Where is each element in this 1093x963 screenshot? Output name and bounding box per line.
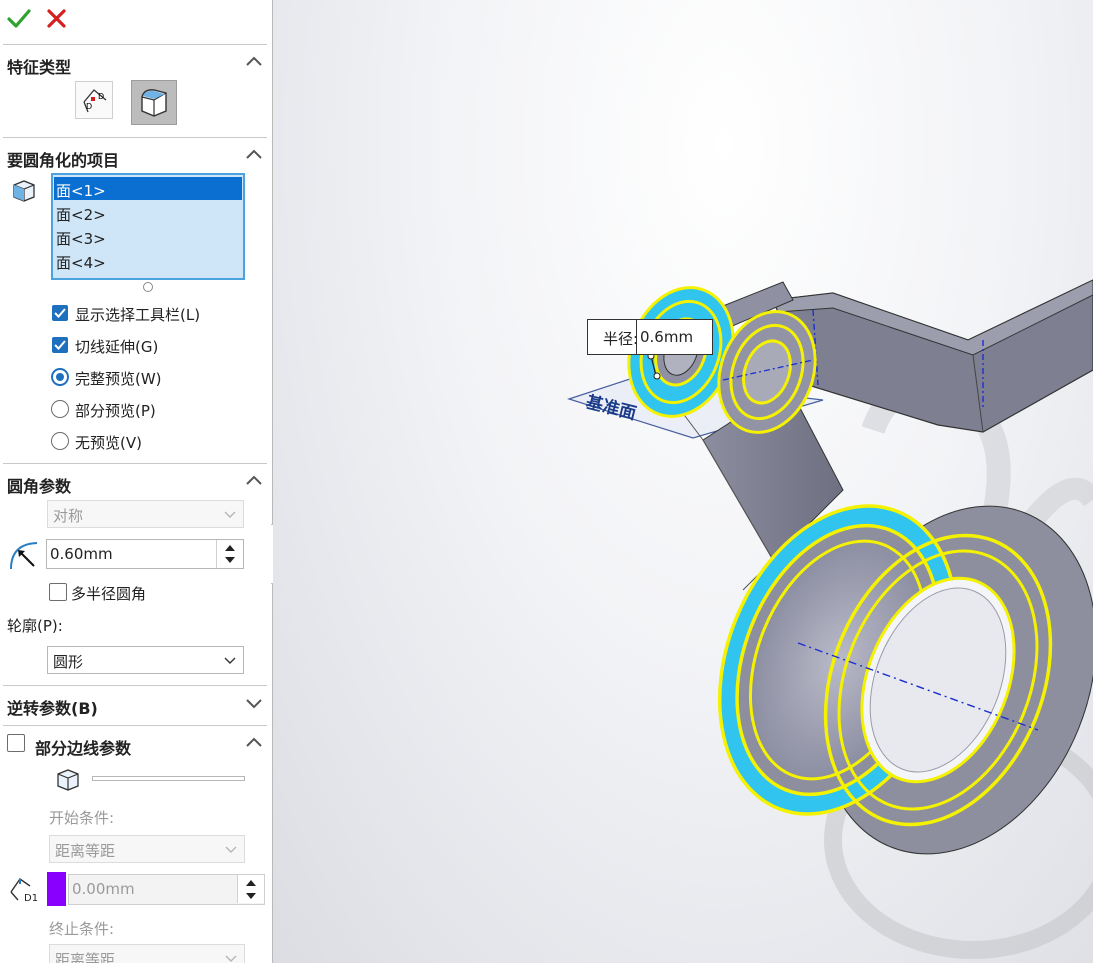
distance-d1-icon: D1: [10, 878, 38, 904]
partial-edge-checkbox[interactable]: [7, 734, 25, 752]
show-selection-toolbar-checkbox[interactable]: [52, 305, 68, 321]
no-preview-radio[interactable]: [51, 432, 69, 450]
multi-radius-checkbox[interactable]: [49, 583, 67, 601]
radius-value: 0.60mm: [50, 545, 113, 563]
separator: [3, 725, 267, 726]
svg-text:D1: D1: [24, 893, 38, 904]
multi-radius-label: 多半径圆角: [71, 585, 147, 603]
spin-up-icon[interactable]: [245, 878, 257, 887]
spin-up-icon[interactable]: [224, 543, 236, 552]
partial-preview-label: 部分预览(P): [75, 402, 156, 420]
check-icon: [54, 308, 66, 318]
chevron-down-icon[interactable]: [244, 693, 264, 713]
ok-button[interactable]: [6, 6, 32, 32]
constant-fillet-icon: D D: [83, 89, 107, 113]
manual-fillet-type-button[interactable]: D D: [75, 81, 113, 119]
listbox-resize-handle[interactable]: [143, 282, 153, 292]
list-item[interactable]: 面<1>: [54, 177, 242, 200]
no-preview-label: 无预览(V): [75, 434, 142, 452]
chevron-up-icon[interactable]: [244, 733, 264, 753]
spin-down-icon[interactable]: [224, 556, 236, 565]
separator: [3, 463, 267, 464]
chevron-down-icon: [225, 955, 237, 962]
separator: [3, 44, 267, 45]
separator: [3, 685, 267, 686]
x-icon: [47, 9, 66, 28]
radius-callout-label: 半径:: [603, 330, 639, 348]
tangent-propagation-checkbox[interactable]: [52, 337, 68, 353]
chevron-down-icon: [225, 846, 237, 853]
fillet-xpert-type-button[interactable]: [131, 80, 177, 125]
start-condition-value: 距离等距: [55, 842, 116, 860]
end-condition-label: 终止条件:: [49, 920, 115, 938]
fillet-property-panel: 特征类型 D D 要圆角化的项目 面<1> 面<2> 面<3> 面<4> 显示选…: [0, 0, 273, 963]
chevron-down-icon: [224, 657, 236, 664]
tangent-propagation-label: 切线延伸(G): [75, 338, 159, 356]
face-selection-icon: [13, 180, 35, 202]
fillet-parameters-title: 圆角参数: [7, 477, 72, 496]
cancel-button[interactable]: [44, 6, 70, 32]
fillet-method-value: 对称: [53, 507, 84, 525]
chevron-up-icon[interactable]: [244, 471, 264, 491]
distance-value: 0.00mm: [72, 880, 135, 898]
chevron-up-icon[interactable]: [244, 52, 264, 72]
fillet-method-select[interactable]: 对称: [47, 500, 244, 528]
radius-callout-value[interactable]: 0.6mm: [640, 328, 693, 346]
spin-down-icon[interactable]: [245, 892, 257, 901]
start-condition-select[interactable]: 距离等距: [49, 835, 245, 863]
fillet-cube-icon: [141, 89, 167, 117]
distance-spinner[interactable]: [237, 875, 264, 903]
full-preview-radio[interactable]: [51, 368, 69, 386]
partial-edge-header[interactable]: 部分边线参数: [0, 729, 272, 759]
full-preview-label: 完整预览(W): [75, 370, 162, 388]
profile-value: 圆形: [53, 653, 84, 671]
items-to-fillet-title: 要圆角化的项目: [7, 151, 120, 170]
list-item[interactable]: 面<4>: [54, 249, 242, 272]
radius-icon: [10, 542, 38, 570]
setback-parameters-title: 逆转参数(B): [7, 699, 98, 718]
radius-callout-divider: [636, 320, 637, 354]
svg-text:D: D: [98, 92, 104, 101]
svg-text:D: D: [86, 102, 92, 111]
part-model-view[interactable]: 基准面: [273, 0, 1093, 963]
edge-selection-field[interactable]: [92, 776, 245, 781]
setback-parameters-header[interactable]: 逆转参数(B): [0, 689, 272, 719]
distance-color-swatch[interactable]: [47, 872, 66, 906]
separator: [3, 137, 267, 138]
start-condition-label: 开始条件:: [49, 809, 115, 827]
list-item[interactable]: 面<2>: [54, 201, 242, 224]
partial-preview-radio[interactable]: [51, 400, 69, 418]
chevron-up-icon[interactable]: [244, 145, 264, 165]
edge-selection-icon: [57, 769, 79, 791]
show-selection-toolbar-label: 显示选择工具栏(L): [75, 306, 201, 324]
list-item[interactable]: 面<3>: [54, 225, 242, 248]
bracket-plate[interactable]: [772, 279, 1093, 433]
profile-label: 轮廓(P):: [7, 617, 63, 635]
radius-spinner[interactable]: [216, 540, 243, 568]
feature-type-header[interactable]: 特征类型: [0, 48, 272, 78]
fillet-parameters-header[interactable]: 圆角参数: [0, 467, 272, 497]
fillet-items-listbox[interactable]: 面<1> 面<2> 面<3> 面<4>: [51, 173, 245, 280]
feature-type-title: 特征类型: [7, 58, 72, 77]
radius-callout[interactable]: 半径: 0.6mm: [587, 319, 713, 355]
graphics-viewport[interactable]: 基准面 半径: 0.6mm: [273, 0, 1093, 963]
chevron-down-icon: [224, 511, 236, 518]
large-ring-boss[interactable]: [676, 464, 1093, 895]
items-to-fillet-header[interactable]: 要圆角化的项目: [0, 141, 272, 171]
end-condition-value: 距离等距: [55, 951, 116, 963]
distance-input[interactable]: 0.00mm: [68, 874, 265, 905]
check-icon: [54, 340, 66, 350]
partial-edge-title: 部分边线参数: [35, 739, 132, 758]
checkmark-icon: [7, 9, 31, 28]
profile-select[interactable]: 圆形: [47, 646, 244, 674]
end-condition-select[interactable]: 距离等距: [49, 944, 245, 963]
radius-input[interactable]: 0.60mm: [46, 539, 244, 569]
